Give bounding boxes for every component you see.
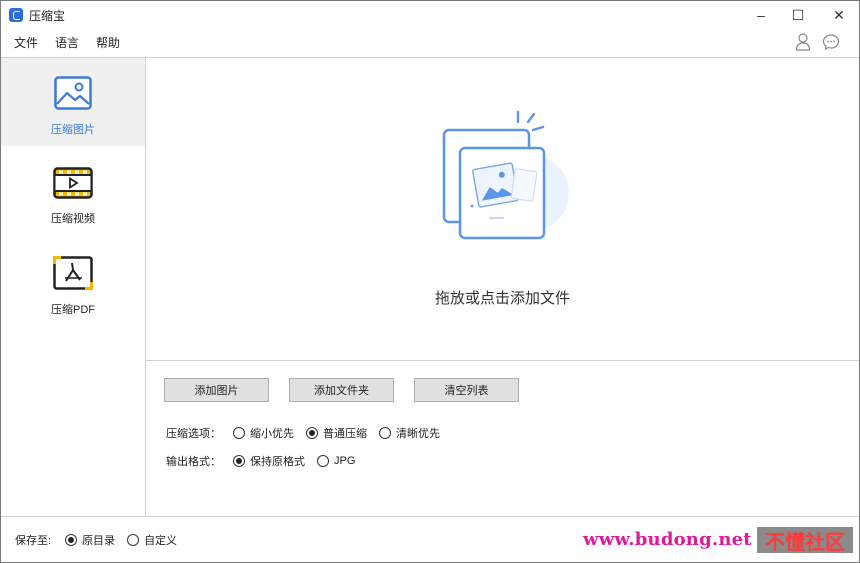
menu-help[interactable]: 帮助 [96, 34, 120, 51]
watermark-url: www.budong.net [583, 529, 752, 550]
video-icon [53, 167, 93, 202]
dropzone-divider [146, 360, 859, 361]
radio-button[interactable] [233, 427, 245, 439]
sidebar: 压缩图片 压缩视频 压缩PDF [1, 58, 145, 516]
sidebar-item-compress-pdf[interactable]: 压缩PDF [1, 234, 145, 322]
footer-divider [1, 516, 859, 517]
radio-custom-directory[interactable]: 自定义 [127, 532, 177, 548]
file-drop-zone[interactable]: 拖放或点击添加文件 [146, 58, 859, 360]
add-image-illustration [436, 108, 586, 261]
output-format-label: 输出格式： [166, 456, 221, 468]
save-location-row: 保存至: 原目录 自定义 [15, 532, 189, 548]
app-title: 压缩宝 [29, 8, 66, 23]
add-folder-button[interactable]: 添加文件夹 [289, 378, 394, 402]
sidebar-item-label: 压缩PDF [51, 304, 95, 316]
radio-button[interactable] [233, 455, 245, 467]
radio-button[interactable] [65, 534, 78, 546]
chat-icon[interactable] [822, 33, 840, 54]
compress-options-row: 压缩选项： 缩小优先 普通压缩 清晰优先 [166, 425, 452, 441]
menu-file[interactable]: 文件 [14, 34, 38, 51]
radio-label: 普通压缩 [323, 428, 367, 440]
radio-label: 原目录 [82, 535, 116, 547]
compress-options-label: 压缩选项： [166, 428, 221, 440]
radio-button[interactable] [306, 427, 318, 439]
radio-label: 自定义 [144, 535, 178, 547]
radio-smaller-first[interactable]: 缩小优先 [233, 425, 294, 441]
radio-clarity-first[interactable]: 清晰优先 [379, 425, 440, 441]
radio-label: 保持原格式 [250, 456, 305, 468]
radio-button[interactable] [127, 534, 140, 546]
clear-list-button[interactable]: 清空列表 [414, 378, 519, 402]
drop-hint-text: 拖放或点击添加文件 [434, 290, 570, 307]
radio-button[interactable] [379, 427, 391, 439]
output-format-row: 输出格式： 保持原格式 JPG [166, 453, 367, 469]
maximize-button[interactable]: ☐ [778, 1, 818, 29]
radio-jpg[interactable]: JPG [317, 455, 355, 467]
title-bar: 压缩宝 [1, 1, 859, 29]
radio-normal-compress[interactable]: 普通压缩 [306, 425, 367, 441]
menu-language[interactable]: 语言 [55, 34, 79, 51]
menu-bar: 文件 语言 帮助 [1, 31, 859, 53]
close-button[interactable]: ✕ [819, 1, 859, 29]
watermark-text: 不懂社区 [757, 527, 853, 554]
sidebar-item-compress-video[interactable]: 压缩视频 [1, 146, 145, 234]
radio-label: 缩小优先 [250, 428, 294, 440]
user-icon[interactable] [795, 33, 811, 54]
radio-label: 清晰优先 [396, 428, 440, 440]
image-icon [54, 76, 92, 113]
sidebar-item-label: 压缩图片 [51, 124, 95, 136]
sidebar-item-compress-image[interactable]: 压缩图片 [1, 58, 145, 146]
radio-button[interactable] [317, 455, 329, 467]
minimize-button[interactable]: – [741, 1, 781, 29]
pdf-icon [53, 256, 93, 293]
radio-original-directory[interactable]: 原目录 [65, 532, 115, 548]
sidebar-item-label: 压缩视频 [51, 213, 95, 225]
save-location-label: 保存至: [15, 535, 52, 547]
add-images-button[interactable]: 添加图片 [164, 378, 269, 402]
radio-keep-format[interactable]: 保持原格式 [233, 453, 305, 469]
app-logo-icon [9, 8, 23, 22]
radio-label: JPG [334, 455, 356, 467]
